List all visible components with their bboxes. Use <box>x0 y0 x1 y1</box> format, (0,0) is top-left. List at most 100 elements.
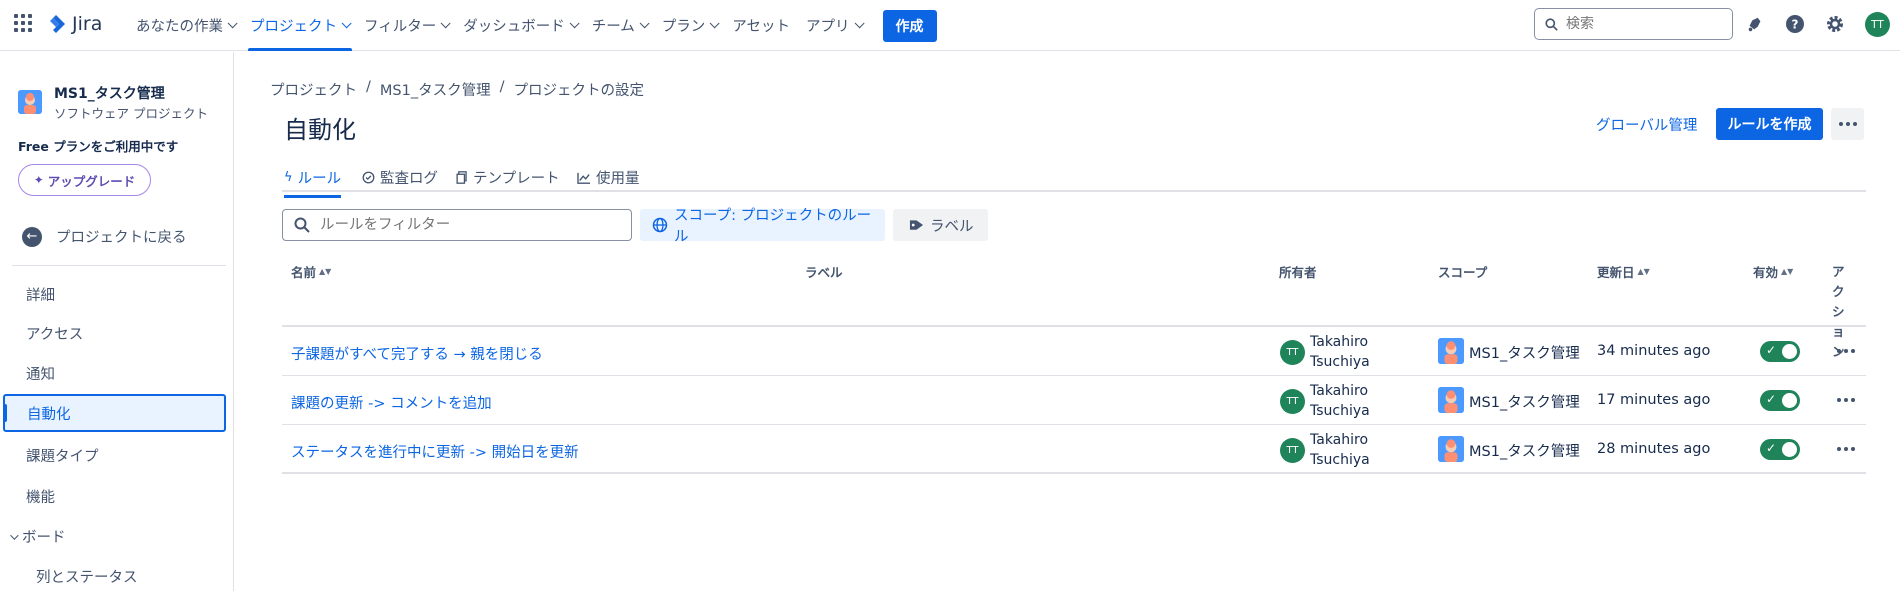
owner-last: Tsuchiya <box>1310 354 1370 370</box>
project-type: ソフトウェア プロジェクト <box>54 106 208 121</box>
user-avatar[interactable]: TT <box>1865 12 1890 37</box>
header-enabled[interactable]: 有効 ▲▼ <box>1753 262 1793 281</box>
header-label: ラベル <box>805 265 843 280</box>
chevron-down-icon <box>227 18 238 29</box>
nav-your-work[interactable]: あなたの作業 <box>128 0 242 51</box>
sidebar-item-access[interactable]: アクセス <box>26 323 83 344</box>
row-actions-button[interactable] <box>1837 447 1855 451</box>
enabled-toggle[interactable]: ✓ <box>1760 439 1800 460</box>
app-switcher-icon[interactable] <box>14 14 32 32</box>
row-actions-button[interactable] <box>1837 398 1855 402</box>
enabled-toggle[interactable]: ✓ <box>1760 390 1800 411</box>
back-to-project[interactable]: ← プロジェクトに戻る <box>22 226 187 247</box>
rule-name-link[interactable]: ステータスを進行中に更新 -> 開始日を更新 <box>291 441 579 462</box>
nav-apps[interactable]: アプリ <box>798 0 869 51</box>
more-icon-dot <box>1851 398 1855 402</box>
more-icon-dot <box>1844 447 1848 451</box>
row-actions-button[interactable] <box>1837 349 1855 353</box>
bell-icon <box>1748 17 1761 32</box>
sidebar-item-columns-statuses[interactable]: 列とステータス <box>36 566 138 587</box>
more-actions-button[interactable] <box>1831 108 1864 140</box>
nav-label: プロジェクト <box>250 19 337 35</box>
page-title: 自動化 <box>284 116 356 144</box>
upgrade-label: アップグレード <box>47 173 136 189</box>
sparkle-icon: ✦ <box>33 173 44 187</box>
tab-rules[interactable]: ϟ ルール <box>284 167 342 198</box>
owner-name[interactable]: Takahiro Tsuchiya <box>1310 381 1370 421</box>
chevron-down-icon <box>854 18 865 29</box>
tab-label: ルール <box>297 171 342 187</box>
chevron-down-icon <box>341 18 352 29</box>
gear-icon <box>1827 16 1843 32</box>
owner-name[interactable]: Takahiro Tsuchiya <box>1310 332 1370 372</box>
globe-icon <box>652 217 668 233</box>
tab-label: 使用量 <box>596 171 640 187</box>
nav-label: アセット <box>732 19 791 35</box>
owner-avatar: TT <box>1280 389 1305 414</box>
scope-name[interactable]: MS1_タスク管理 <box>1469 342 1580 363</box>
check-icon: ✓ <box>1766 392 1777 406</box>
rule-name-link[interactable]: 課題の更新 -> コメントを追加 <box>291 392 492 413</box>
nav-filters[interactable]: フィルター <box>356 0 455 51</box>
more-icon-dot <box>1845 122 1850 126</box>
settings-icon[interactable] <box>1823 12 1847 36</box>
nav-projects[interactable]: プロジェクト <box>242 0 356 51</box>
nav-teams[interactable]: チーム <box>584 0 654 51</box>
tab-usage[interactable]: 使用量 <box>577 167 640 188</box>
nav-label: プラン <box>661 19 706 35</box>
more-icon <box>1837 349 1841 353</box>
help-icon[interactable]: ? <box>1783 12 1807 36</box>
upgrade-button[interactable]: ✦ アップグレード <box>18 164 151 196</box>
nav-label: アプリ <box>806 19 850 35</box>
create-rule-button[interactable]: ルールを作成 <box>1716 108 1823 140</box>
arrow-left-icon: ← <box>22 226 42 247</box>
breadcrumb-projects[interactable]: プロジェクト <box>270 79 357 100</box>
header-updated[interactable]: 更新日 ▲▼ <box>1597 262 1650 281</box>
breadcrumb: プロジェクト / MS1_タスク管理 / プロジェクトの設定 <box>270 79 644 100</box>
owner-name[interactable]: Takahiro Tsuchiya <box>1310 430 1370 470</box>
sidebar-item-issue-types[interactable]: 課題タイプ <box>26 445 99 466</box>
sidebar-item-notifications[interactable]: 通知 <box>26 363 55 384</box>
tab-templates[interactable]: テンプレート <box>456 167 560 188</box>
scope-project-avatar <box>1438 436 1464 462</box>
project-sidebar: MS1_タスク管理 ソフトウェア プロジェクト Free プランをご利用中です … <box>0 52 234 591</box>
notifications-bell-icon[interactable] <box>1743 12 1767 36</box>
create-button[interactable]: 作成 <box>882 9 937 42</box>
rule-filter-input[interactable] <box>320 217 620 233</box>
sidebar-divider <box>12 265 226 266</box>
scope-name[interactable]: MS1_タスク管理 <box>1469 391 1580 412</box>
label-filter-button[interactable]: ラベル <box>893 209 988 241</box>
sidebar-item-label: 自動化 <box>27 406 71 423</box>
scope-filter-button[interactable]: スコープ: プロジェクトのルール <box>640 208 885 245</box>
sidebar-section-board[interactable]: ボード <box>10 526 66 547</box>
tab-audit-log[interactable]: 監査ログ <box>362 167 438 188</box>
nav-dashboards[interactable]: ダッシュボード <box>455 0 584 51</box>
rule-filter[interactable] <box>282 209 632 241</box>
breadcrumb-project[interactable]: MS1_タスク管理 <box>380 79 491 100</box>
breadcrumb-settings[interactable]: プロジェクトの設定 <box>513 79 644 100</box>
enabled-toggle[interactable]: ✓ <box>1760 341 1800 362</box>
sidebar-item-automation[interactable]: 自動化 <box>3 394 226 432</box>
check-icon: ✓ <box>1766 441 1777 455</box>
owner-avatar: TT <box>1280 438 1305 463</box>
logo-text: Jira <box>72 13 103 35</box>
automation-tabs: ϟ ルール 監査ログ テンプレート 使用量 <box>282 162 1866 198</box>
scope-project-avatar <box>1438 387 1464 413</box>
header-name[interactable]: 名前 ▲▼ <box>291 262 331 281</box>
jira-logo-icon <box>50 15 65 33</box>
back-label: プロジェクトに戻る <box>56 230 187 246</box>
global-admin-link[interactable]: グローバル管理 <box>1596 114 1697 135</box>
jira-logo[interactable]: Jira <box>46 13 102 35</box>
search-input[interactable] <box>1566 16 1716 32</box>
table-row: 子課題がすべて完了する → 親を閉じる TT Takahiro Tsuchiya … <box>282 327 1866 376</box>
sidebar-item-features[interactable]: 機能 <box>26 486 55 507</box>
scope-name[interactable]: MS1_タスク管理 <box>1469 440 1580 461</box>
nav-plans[interactable]: プラン <box>654 0 725 51</box>
check-circle-icon <box>362 171 375 184</box>
nav-assets[interactable]: アセット <box>724 0 798 51</box>
project-name: MS1_タスク管理 <box>54 86 165 102</box>
global-search[interactable] <box>1534 8 1733 40</box>
sidebar-item-details[interactable]: 詳細 <box>26 284 55 305</box>
rule-name-link[interactable]: 子課題がすべて完了する → 親を閉じる <box>291 343 543 364</box>
owner-first: Takahiro <box>1310 383 1369 399</box>
